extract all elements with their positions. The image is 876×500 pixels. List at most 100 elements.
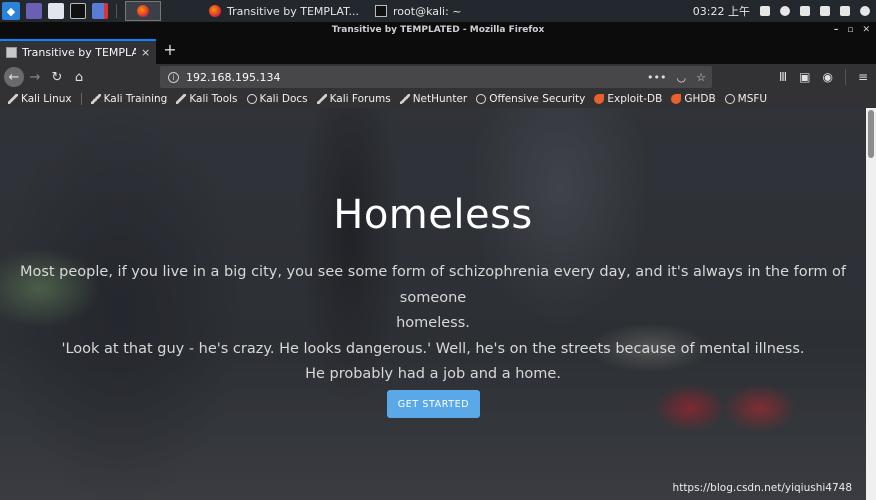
hero-line: 'Look at that guy - he's crazy. He looks… bbox=[61, 340, 805, 357]
bookmark-exploit-db[interactable]: Exploit-DB bbox=[594, 93, 662, 105]
toolbar-divider bbox=[844, 69, 846, 85]
get-started-button[interactable]: GET STARTED bbox=[387, 390, 480, 418]
notification-bell-icon[interactable] bbox=[800, 6, 810, 16]
new-tab-plus-icon[interactable]: + bbox=[160, 40, 180, 59]
bookmark-label: NetHunter bbox=[412, 93, 468, 105]
bookmark-label: Offensive Security bbox=[489, 93, 586, 105]
sidebar-icon[interactable]: ▣ bbox=[799, 70, 810, 84]
screenshot-tool-icon[interactable] bbox=[92, 3, 108, 19]
bookmark-nethunter[interactable]: NetHunter bbox=[399, 93, 468, 105]
kali-icon bbox=[8, 94, 18, 104]
bookmark-kali-training[interactable]: Kali Training bbox=[90, 93, 168, 105]
page-actions-icon[interactable]: ••• bbox=[647, 71, 666, 84]
scrollbar-thumb[interactable] bbox=[868, 110, 874, 158]
hero-description: Most people, if you live in a big city, … bbox=[0, 260, 866, 388]
taskbar-task-label: Transitive by TEMPLAT... bbox=[227, 4, 360, 18]
nav-bar: ← → ↻ ⌂ i 192.168.195.134 ••• ◡ ☆ Ⅲ ▣ ◉ … bbox=[0, 64, 876, 90]
url-bar[interactable]: i 192.168.195.134 ••• ◡ ☆ bbox=[160, 66, 712, 88]
bookmark-ghdb[interactable]: GHDB bbox=[671, 93, 716, 105]
exploit-icon bbox=[671, 94, 682, 104]
maximize-icon[interactable]: ▫ bbox=[847, 22, 853, 38]
kali-icon bbox=[176, 94, 187, 104]
bookmark-label: Kali Forums bbox=[329, 93, 391, 105]
back-arrow-icon: ← bbox=[8, 69, 20, 85]
kali-icon bbox=[316, 94, 327, 104]
hero-line: Most people, if you live in a big city, … bbox=[19, 264, 847, 306]
window-controls: – ▫ ✕ bbox=[834, 22, 870, 38]
firefox-icon bbox=[137, 5, 149, 17]
watermark: https://blog.csdn.net/yiqiushi4748 bbox=[672, 482, 852, 494]
exploit-icon bbox=[594, 94, 605, 104]
bookmark-label: Kali Docs bbox=[259, 93, 308, 105]
kali-icon bbox=[90, 94, 101, 104]
page-viewport: Homeless Most people, if you live in a b… bbox=[0, 108, 866, 500]
page-scrollbar[interactable] bbox=[866, 108, 876, 500]
bookmark-label: Kali Linux bbox=[21, 93, 72, 105]
bookmark-kali-forums[interactable]: Kali Forums bbox=[316, 93, 391, 105]
bookmark-kali-docs[interactable]: Kali Docs bbox=[246, 93, 308, 105]
hamburger-menu-icon[interactable]: ≡ bbox=[858, 70, 868, 84]
kali-menu-icon[interactable]: ◆ bbox=[2, 2, 20, 20]
pocket-icon[interactable]: ◡ bbox=[677, 71, 687, 84]
tab-active[interactable]: Transitive by TEMPLATED × bbox=[0, 39, 156, 64]
battery-icon[interactable] bbox=[820, 6, 830, 16]
kali-icon bbox=[399, 94, 410, 104]
power-icon[interactable] bbox=[860, 6, 870, 16]
favicon-icon bbox=[6, 47, 17, 58]
terminal-icon bbox=[375, 5, 388, 17]
bookmark-label: MSFU bbox=[737, 93, 768, 105]
reload-icon: ↻ bbox=[51, 69, 63, 85]
system-tray: 03:22 上午 bbox=[693, 0, 870, 22]
taskbar-task-label: root@kali: ~ bbox=[393, 4, 462, 18]
hero-line: homeless. bbox=[396, 315, 470, 331]
os-taskbar: ◆ Transitive by TEMPLAT... root@kali: ~ … bbox=[0, 0, 876, 22]
minimize-icon[interactable]: – bbox=[834, 22, 839, 38]
back-button[interactable]: ← bbox=[4, 67, 24, 87]
hero-line: He probably had a job and a home. bbox=[305, 366, 561, 382]
bookmark-offensive-security[interactable]: Offensive Security bbox=[476, 93, 585, 105]
bookmark-label: GHDB bbox=[684, 93, 716, 105]
bookmark-msfu[interactable]: MSFU bbox=[724, 93, 768, 105]
firefox-launcher[interactable] bbox=[125, 1, 161, 21]
bookmark-kali-tools[interactable]: Kali Tools bbox=[176, 93, 238, 105]
account-icon[interactable]: ◉ bbox=[822, 70, 832, 84]
bookmark-kali-linux[interactable]: Kali Linux bbox=[8, 93, 72, 105]
network-icon[interactable] bbox=[780, 6, 790, 16]
firefox-icon bbox=[209, 5, 221, 17]
hero-title: Homeless bbox=[333, 192, 533, 238]
window-title: Transitive by TEMPLATED - Mozilla Firefo… bbox=[331, 25, 545, 35]
library-icon[interactable]: Ⅲ bbox=[779, 70, 787, 84]
globe-icon bbox=[724, 94, 735, 104]
file-manager-icon[interactable] bbox=[48, 3, 64, 19]
site-info-icon[interactable]: i bbox=[168, 71, 179, 83]
forward-button[interactable]: → bbox=[24, 66, 46, 88]
window-titlebar: Transitive by TEMPLATED - Mozilla Firefo… bbox=[0, 22, 876, 38]
bookmarks-toolbar: Kali Linux Kali Training Kali Tools Kali… bbox=[0, 90, 876, 108]
tab-strip: Transitive by TEMPLATED × + bbox=[0, 38, 876, 64]
tab-label: Transitive by TEMPLATED bbox=[22, 46, 136, 59]
bookmark-label: Exploit-DB bbox=[607, 93, 663, 105]
forward-arrow-icon: → bbox=[29, 69, 41, 85]
bookmark-divider bbox=[80, 93, 82, 105]
globe-icon bbox=[246, 94, 257, 104]
bookmark-label: Kali Training bbox=[103, 93, 168, 105]
toolbar-right: Ⅲ ▣ ◉ ≡ bbox=[779, 64, 876, 90]
workspace-icon[interactable] bbox=[26, 3, 42, 19]
home-icon: ⌂ bbox=[74, 69, 84, 85]
reload-button[interactable]: ↻ bbox=[46, 66, 68, 88]
home-button[interactable]: ⌂ bbox=[68, 66, 90, 88]
taskbar-task-terminal[interactable]: root@kali: ~ bbox=[371, 1, 466, 21]
url-text[interactable]: 192.168.195.134 bbox=[186, 71, 280, 84]
display-icon[interactable] bbox=[760, 6, 770, 16]
globe-icon bbox=[476, 94, 487, 104]
url-actions: ••• ◡ ☆ bbox=[647, 66, 706, 88]
taskbar-divider bbox=[116, 4, 117, 18]
bookmark-label: Kali Tools bbox=[189, 93, 238, 105]
bookmark-star-icon[interactable]: ☆ bbox=[696, 71, 706, 84]
tab-close-icon[interactable]: × bbox=[141, 46, 150, 59]
taskbar-task-firefox[interactable]: Transitive by TEMPLAT... bbox=[205, 1, 363, 21]
clock[interactable]: 03:22 上午 bbox=[693, 3, 750, 19]
lock-icon[interactable] bbox=[840, 6, 850, 16]
close-icon[interactable]: ✕ bbox=[862, 22, 870, 38]
terminal-launcher-icon[interactable] bbox=[70, 3, 86, 19]
